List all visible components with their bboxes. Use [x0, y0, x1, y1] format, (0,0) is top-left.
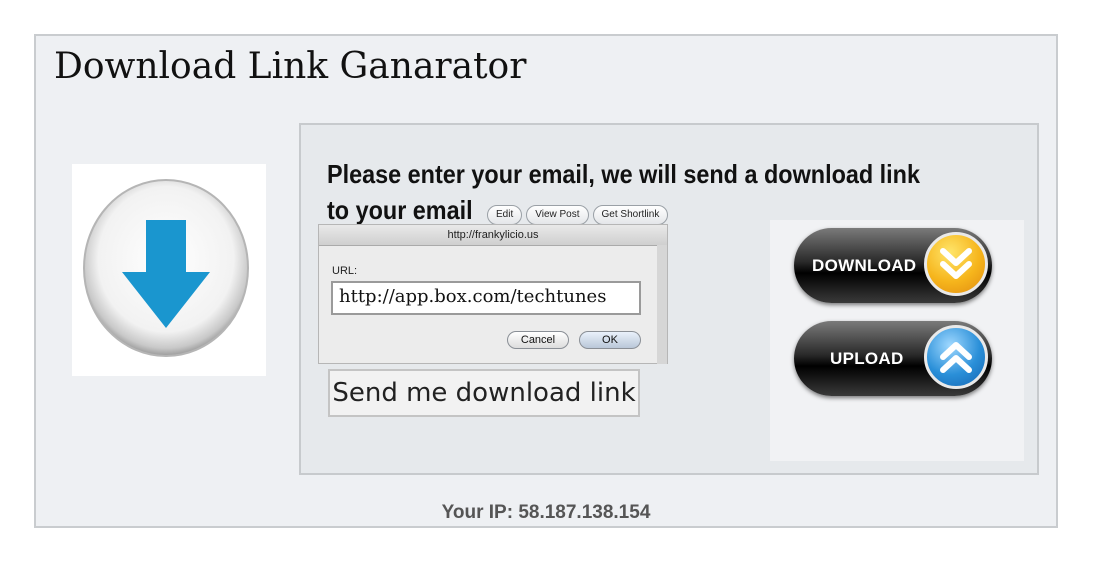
- dialog-title: http://frankylicio.us: [319, 225, 667, 246]
- edit-button[interactable]: Edit: [487, 205, 523, 225]
- ok-button[interactable]: OK: [579, 331, 641, 349]
- url-label: URL:: [332, 265, 358, 277]
- chevron-double-down-icon: [924, 232, 988, 296]
- dialog-scrollbar[interactable]: [657, 245, 667, 364]
- download-arrow-image: [72, 164, 266, 376]
- url-dialog: http://frankylicio.us URL: http://app.bo…: [318, 224, 668, 364]
- download-arrow-icon: [83, 179, 249, 357]
- post-toolbar: Edit View Post Get Shortlink: [487, 205, 669, 225]
- send-download-link-button[interactable]: Send me download link: [328, 369, 640, 417]
- view-post-button[interactable]: View Post: [526, 205, 589, 225]
- upload-button-label: UPLOAD: [830, 349, 904, 368]
- url-input[interactable]: http://app.box.com/techtunes: [331, 281, 641, 315]
- main-panel: Download Link Ganarator Please enter you…: [34, 34, 1058, 528]
- chevron-double-up-icon: [924, 325, 988, 389]
- ip-address-text: Your IP: 58.187.138.154: [441, 502, 651, 523]
- action-buttons-panel: DOWNLOAD UPLOAD: [770, 220, 1024, 461]
- cancel-button[interactable]: Cancel: [507, 331, 569, 349]
- download-button-label: DOWNLOAD: [812, 256, 917, 275]
- get-shortlink-button[interactable]: Get Shortlink: [592, 205, 669, 225]
- upload-button[interactable]: UPLOAD: [794, 321, 992, 396]
- page-title: Download Link Ganarator: [54, 46, 527, 87]
- form-panel: Please enter your email, we will send a …: [299, 123, 1039, 475]
- download-button[interactable]: DOWNLOAD: [794, 228, 992, 303]
